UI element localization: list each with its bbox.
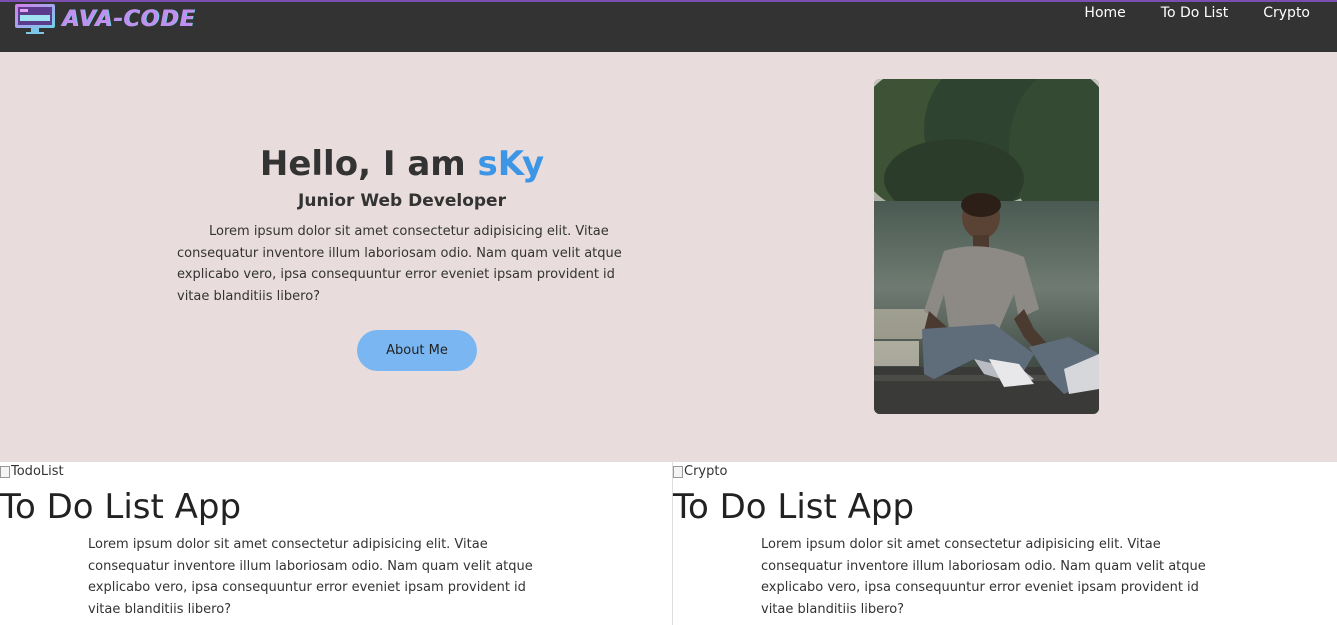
logo[interactable]: AVA-CODE bbox=[14, 2, 195, 36]
image-alt-text: Crypto bbox=[684, 464, 728, 479]
nav-link-crypto[interactable]: Crypto bbox=[1263, 5, 1310, 21]
project-title: To Do List App bbox=[0, 487, 242, 527]
project-description: Lorem ipsum dolor sit amet consectetur a… bbox=[761, 537, 1206, 617]
hero-section: Hello, I am sKy Junior Web Developer Lor… bbox=[0, 52, 1337, 462]
logo-text: AVA-CODE bbox=[62, 6, 196, 32]
hero-title: Hello, I am sKy bbox=[176, 144, 628, 184]
project-description: Lorem ipsum dolor sit amet consectetur a… bbox=[88, 537, 533, 617]
project-image-crypto: Crypto bbox=[673, 464, 727, 479]
project-image-todolist: TodoList bbox=[0, 464, 64, 479]
hero-name: sKy bbox=[477, 144, 545, 184]
hero-greeting: Hello, I am bbox=[259, 144, 478, 184]
monitor-icon bbox=[14, 3, 56, 35]
project-card-todolist: TodoList To Do List App Lorem ipsum dolo… bbox=[0, 462, 672, 625]
nav-link-home[interactable]: Home bbox=[1084, 5, 1125, 21]
nav-links: Home To Do List Crypto bbox=[1049, 5, 1310, 21]
projects-section: TodoList To Do List App Lorem ipsum dolo… bbox=[0, 462, 1337, 625]
hero-subtitle: Junior Web Developer bbox=[298, 191, 506, 211]
project-card-crypto: Crypto To Do List App Lorem ipsum dolor … bbox=[672, 462, 1337, 625]
hero-description: Lorem ipsum dolor sit amet consectetur a… bbox=[177, 224, 622, 304]
about-me-button[interactable]: About Me bbox=[357, 330, 477, 371]
navbar: AVA-CODE Home To Do List Crypto bbox=[0, 0, 1337, 52]
broken-image-icon bbox=[673, 465, 683, 478]
image-alt-text: TodoList bbox=[11, 464, 64, 479]
project-title: To Do List App bbox=[673, 487, 915, 527]
broken-image-icon bbox=[0, 465, 10, 478]
profile-photo bbox=[874, 79, 1099, 414]
nav-link-todo[interactable]: To Do List bbox=[1161, 5, 1228, 21]
